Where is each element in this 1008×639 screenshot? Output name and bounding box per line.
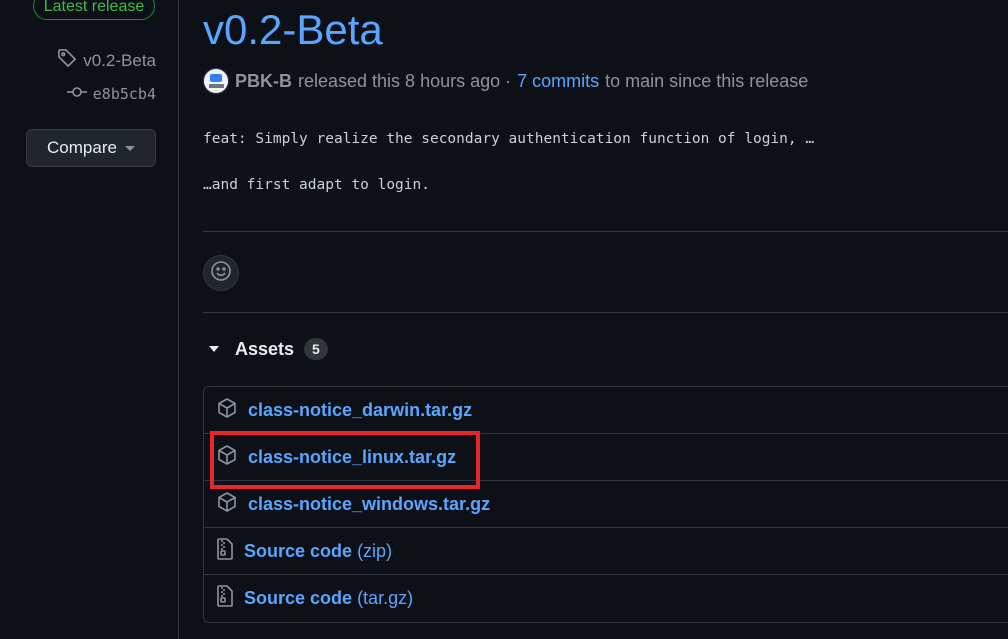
compare-button[interactable]: Compare [26, 129, 156, 167]
list-item: Source code (tar.gz) [204, 575, 1008, 622]
release-title[interactable]: v0.2-Beta [203, 6, 383, 54]
asset-link[interactable]: class-notice_linux.tar.gz [248, 447, 456, 468]
compare-label: Compare [47, 138, 117, 157]
released-text: released this 8 hours ago · [298, 70, 512, 91]
asset-name: Source code [244, 588, 353, 608]
commits-link[interactable]: 7 commits [517, 71, 599, 92]
release-commit[interactable]: e8b5cb4 [66, 85, 156, 103]
avatar[interactable] [203, 68, 229, 94]
release-message-line-2: …and first adapt to login. [203, 177, 430, 193]
list-item: class-notice_darwin.tar.gz [204, 387, 1008, 434]
tag-icon [57, 48, 77, 73]
divider [203, 231, 1008, 232]
list-item: class-notice_linux.tar.gz [204, 434, 1008, 481]
add-reaction-button[interactable] [203, 255, 239, 291]
list-item: Source code (zip) [204, 528, 1008, 575]
asset-link[interactable]: class-notice_windows.tar.gz [248, 494, 490, 515]
assets-toggle[interactable]: Assets 5 [209, 338, 328, 360]
release-sidebar: Latest release v0.2-Beta e8b5cb4 Compare [0, 0, 179, 639]
package-icon [216, 491, 238, 518]
chevron-down-icon [124, 145, 135, 151]
divider [203, 312, 1008, 313]
file-zip-icon [216, 585, 234, 612]
latest-release-badge: Latest release [33, 0, 155, 20]
asset-link[interactable]: class-notice_darwin.tar.gz [248, 400, 472, 421]
commit-sha: e8b5cb4 [92, 85, 156, 103]
release-tag[interactable]: v0.2-Beta [57, 48, 156, 73]
git-commit-icon [66, 85, 87, 103]
asset-link[interactable]: Source code (zip) [244, 541, 392, 562]
package-icon [216, 444, 238, 471]
smiley-icon [210, 260, 232, 287]
author-link[interactable]: PBK-B [235, 71, 292, 92]
assets-count: 5 [304, 338, 328, 360]
package-icon [216, 397, 238, 424]
list-item: class-notice_windows.tar.gz [204, 481, 1008, 528]
assets-heading: Assets [235, 338, 295, 359]
asset-link[interactable]: Source code (tar.gz) [244, 588, 413, 609]
since-text: to main since this release [605, 70, 809, 91]
release-meta: PBK-B released this 8 hours ago · 7 comm… [203, 68, 808, 94]
asset-format: (tar.gz) [357, 588, 414, 608]
asset-list: class-notice_darwin.tar.gz class-notice_… [203, 386, 1008, 623]
release-message-line-1: feat: Simply realize the secondary authe… [203, 131, 815, 147]
asset-name: Source code [244, 540, 353, 561]
asset-format: (zip) [357, 540, 393, 561]
tag-label: v0.2-Beta [83, 50, 156, 70]
file-zip-icon [216, 537, 234, 565]
triangle-down-icon [209, 346, 219, 352]
